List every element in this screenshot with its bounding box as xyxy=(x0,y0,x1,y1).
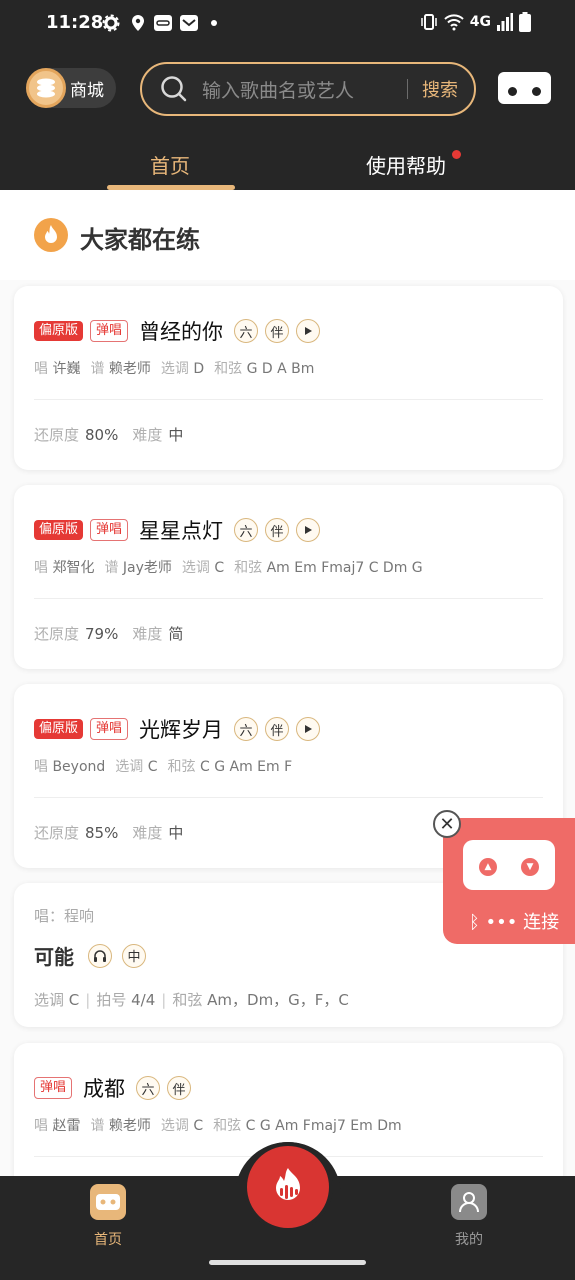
headphones-icon xyxy=(88,943,112,968)
original-badge: 偏原版 xyxy=(34,321,84,341)
device-robot-button[interactable] xyxy=(498,72,551,104)
strum-sing-badge: 弹唱 xyxy=(34,1077,73,1099)
nav-home[interactable]: 首页 xyxy=(78,1184,138,1249)
six-string-tag: 六 xyxy=(234,518,259,542)
nav-mine-label: 我的 xyxy=(455,1232,483,1248)
song-stats: 还原度 79% 难度简 xyxy=(34,625,184,643)
song-title-row: 偏原版 弹唱 星星点灯 六 伴 xyxy=(34,515,321,545)
strum-sing-badge: 弹唱 xyxy=(90,519,129,541)
status-bar: 11:28 4G xyxy=(0,0,575,48)
six-string-tag: 六 xyxy=(234,717,259,741)
profile-icon xyxy=(451,1184,487,1220)
section-header: 大家都在练 xyxy=(0,190,575,280)
mall-button[interactable]: 商城 xyxy=(26,68,116,108)
song-card[interactable]: 偏原版 弹唱 曾经的你 六 伴 唱 许巍谱 赖老师 选调 D 和弦 G D A Bm… xyxy=(14,286,563,470)
song-name: 可能 xyxy=(34,945,74,969)
song-meta: 唱 许巍谱 赖老师 选调 D 和弦 G D A Bm xyxy=(34,361,315,377)
song-meta: 唱 Beyond 选调 C 和弦 C G Am Em F xyxy=(34,759,293,775)
network-type: 4G xyxy=(469,14,491,30)
flame-icon xyxy=(34,218,68,252)
search-icon xyxy=(161,76,187,102)
card-divider xyxy=(34,598,543,599)
card-divider xyxy=(34,797,543,798)
song-meta: 唱 赵雷谱 赖老师 选调 C 和弦 C G Am Fmaj7 Em Dm xyxy=(34,1118,402,1134)
song-meta: 选调 C | 拍号 4/4 | 和弦 Am，Dm，G，F，C xyxy=(34,991,349,1009)
top-tabs: 首页 使用帮助 xyxy=(0,140,575,190)
mall-label: 商城 xyxy=(70,80,104,101)
song-stats: 还原度 80% 难度中 xyxy=(34,426,184,444)
song-name: 星星点灯 xyxy=(139,519,224,543)
song-stats: 还原度 85% 难度中 xyxy=(34,824,184,842)
help-notification-dot xyxy=(452,150,461,159)
connect-label: 连接 xyxy=(523,912,560,933)
nav-mine[interactable]: 我的 xyxy=(439,1184,499,1249)
status-right: 4G xyxy=(420,12,531,32)
robot-icon: ▲ ▼ xyxy=(463,840,555,890)
mail-icon xyxy=(180,15,198,31)
nav-home-label: 首页 xyxy=(94,1232,122,1248)
accompaniment-tag: 伴 xyxy=(265,518,290,542)
coin-stack-icon xyxy=(26,68,66,108)
tab-help[interactable]: 使用帮助 xyxy=(366,150,446,179)
close-icon[interactable]: ✕ xyxy=(433,810,461,838)
wifi-icon xyxy=(444,14,464,31)
dot-icon xyxy=(211,20,217,26)
song-meta: 唱 郑智化谱 Jay老师 选调 C 和弦 Am Em Fmaj7 C Dm G xyxy=(34,560,423,576)
song-name: 光辉岁月 xyxy=(139,718,224,742)
signal-icon xyxy=(497,13,513,31)
mic-flame-icon xyxy=(276,1168,300,1200)
robot-eye-down: ▼ xyxy=(521,858,539,876)
gear-icon xyxy=(102,14,120,32)
vibrate-icon xyxy=(421,14,437,30)
song-name: 成都 xyxy=(83,1077,126,1101)
search-divider xyxy=(407,79,408,99)
home-indicator[interactable] xyxy=(209,1260,366,1265)
robot-eye-up: ▲ xyxy=(479,858,497,876)
record-button[interactable] xyxy=(247,1146,329,1228)
accompaniment-tag: 伴 xyxy=(167,1076,192,1100)
robot-eye-left xyxy=(508,87,517,96)
search-button[interactable]: 搜索 xyxy=(422,76,458,102)
bluetooth-icon: ᛒ ••• xyxy=(469,912,518,933)
six-string-tag: 六 xyxy=(234,319,259,343)
status-time: 11:28 xyxy=(46,12,104,33)
connect-panel[interactable]: ▲ ▼ ᛒ ••• 连接 xyxy=(443,818,575,944)
accompaniment-tag: 伴 xyxy=(265,319,290,343)
link-icon xyxy=(154,15,172,31)
accompaniment-tag: 伴 xyxy=(265,717,290,741)
search-input[interactable]: 输入歌曲名或艺人 xyxy=(202,76,407,103)
six-string-tag: 六 xyxy=(136,1076,161,1100)
song-title-row: 弹唱 成都 六 伴 xyxy=(34,1073,192,1103)
original-badge: 偏原版 xyxy=(34,520,84,540)
location-icon xyxy=(132,15,144,31)
home-robot-icon xyxy=(90,1184,126,1220)
connect-button[interactable]: ᛒ ••• 连接 xyxy=(469,908,559,934)
robot-eye-right xyxy=(532,87,541,96)
search-bar[interactable]: 输入歌曲名或艺人 搜索 xyxy=(140,62,476,116)
song-name: 曾经的你 xyxy=(139,320,224,344)
battery-icon xyxy=(519,12,531,32)
strum-sing-badge: 弹唱 xyxy=(90,718,129,740)
tab-home[interactable]: 首页 xyxy=(150,150,190,179)
song-singer: 唱：程响 xyxy=(34,907,95,925)
card-divider xyxy=(34,399,543,400)
top-header: 11:28 4G 商城 输入歌曲名或艺人 搜索 首页 使用帮助 xyxy=(0,0,575,190)
song-title-row: 可能 中 xyxy=(34,941,146,970)
section-title: 大家都在练 xyxy=(80,226,200,254)
strum-sing-badge: 弹唱 xyxy=(90,320,129,342)
original-badge: 偏原版 xyxy=(34,719,84,739)
song-title-row: 偏原版 弹唱 光辉岁月 六 伴 xyxy=(34,714,321,744)
play-icon[interactable] xyxy=(296,319,321,343)
difficulty-tag: 中 xyxy=(122,943,146,968)
song-card[interactable]: 偏原版 弹唱 星星点灯 六 伴 唱 郑智化谱 Jay老师 选调 C 和弦 Am Em… xyxy=(14,485,563,669)
play-icon[interactable] xyxy=(296,518,321,542)
song-title-row: 偏原版 弹唱 曾经的你 六 伴 xyxy=(34,316,321,346)
play-icon[interactable] xyxy=(296,717,321,741)
